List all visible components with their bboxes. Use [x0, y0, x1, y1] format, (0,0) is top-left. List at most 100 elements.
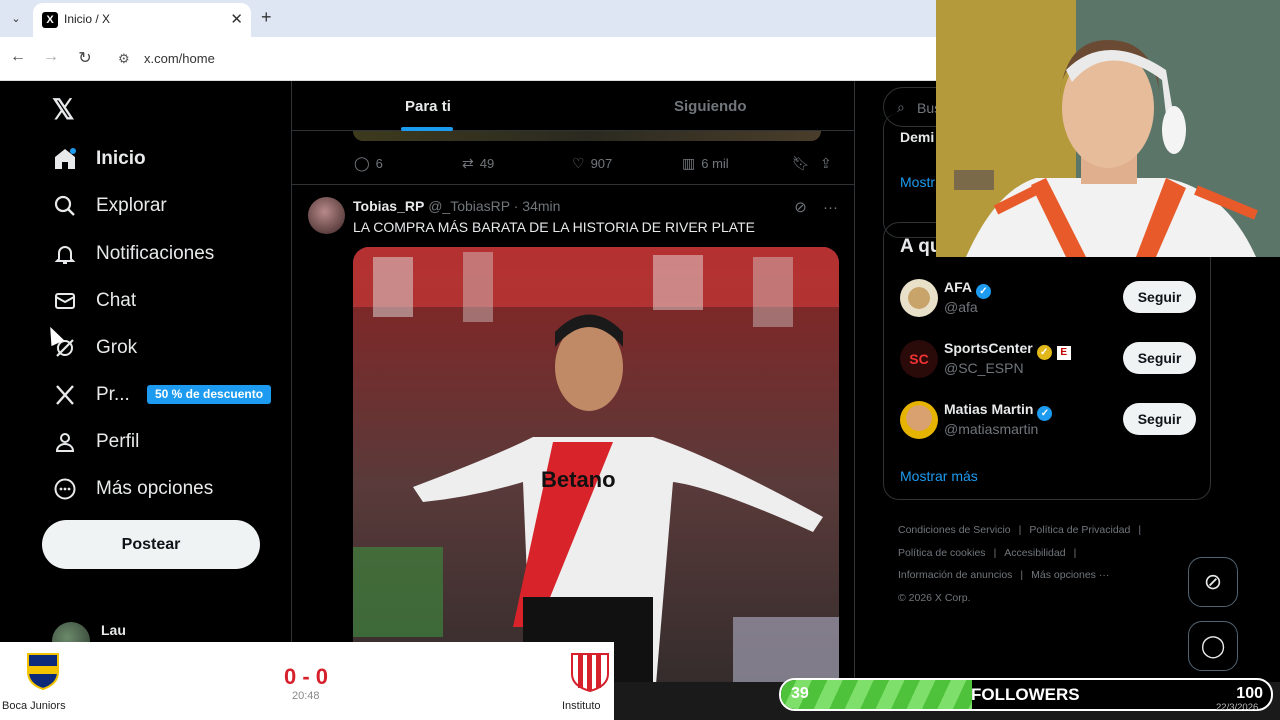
main-feed: ◯ 6 ⇄ 49 ♡ 907 ▥ 6 mil 🔖︎ ⇪ Tobias_RP @_Tobi…	[292, 81, 855, 720]
more-circle-icon	[52, 476, 78, 502]
discount-badge[interactable]: 50 % de descuento	[147, 385, 272, 404]
show-more-link[interactable]: Mostr	[900, 174, 935, 190]
boca-crest-icon	[27, 653, 59, 691]
bookmark-icon: 🔖︎	[792, 155, 810, 171]
suggestion-item[interactable]: AFA ✓ @afa Seguir	[900, 279, 1196, 323]
footer-link[interactable]: Información de anuncios	[898, 569, 1012, 581]
like-count: 907	[590, 156, 613, 171]
x-logo-icon[interactable]: 𝕏	[52, 93, 75, 126]
verified-badge-icon: ✓	[1037, 406, 1053, 421]
x-favicon-icon: X	[42, 12, 58, 28]
followers-goal: 100	[1236, 685, 1263, 702]
messages-button[interactable]: ◯	[1188, 621, 1238, 671]
nav-home[interactable]: Inicio	[52, 143, 146, 175]
nav-notifications[interactable]: Notificaciones	[52, 238, 214, 270]
avatar[interactable]	[308, 197, 345, 234]
reply-button[interactable]: ◯ 6	[354, 155, 383, 172]
suggestion-item[interactable]: SC SportsCenter ✓ E @SC_ESPN Seguir	[900, 340, 1196, 384]
nav-premium[interactable]: Pr...	[52, 379, 130, 411]
previous-tweet-image[interactable]	[353, 131, 821, 141]
repost-button[interactable]: ⇄ 49	[462, 155, 494, 172]
url-text[interactable]: x.com/home	[144, 51, 215, 66]
screen: ⌄ X Inicio / X ✕ + ← → ↻ ⚙ x.com/home 𝕏 …	[0, 0, 1280, 720]
site-info-icon[interactable]: ⚙	[118, 51, 130, 67]
active-tab-indicator	[401, 127, 453, 131]
person-icon	[52, 429, 78, 455]
away-team-name: Instituto	[562, 700, 601, 712]
match-score: 0 - 0	[284, 664, 329, 689]
copyright: © 2026 X Corp.	[898, 591, 971, 604]
nav-more-options[interactable]: Más opciones	[52, 473, 213, 505]
nav-label: Pr...	[96, 384, 130, 405]
footer-link[interactable]: Política de Privacidad	[1029, 524, 1130, 536]
nav-label: Chat	[96, 290, 137, 311]
away-team	[547, 652, 617, 697]
follow-button[interactable]: Seguir	[1123, 342, 1196, 374]
tweet-text: LA COMPRA MÁS BARATA DE LA HISTORIA DE R…	[353, 219, 755, 235]
search-icon	[52, 193, 78, 219]
nav-label: Inicio	[96, 148, 146, 169]
grok-icon[interactable]: ⊘	[794, 199, 807, 216]
tab-following[interactable]: Siguiendo	[674, 98, 747, 115]
followers-current: 39	[791, 685, 809, 702]
follow-button[interactable]: Seguir	[1123, 403, 1196, 435]
reload-button[interactable]: ↻	[74, 48, 96, 68]
share-button[interactable]: ⇪	[820, 155, 838, 172]
view-count: 6 mil	[701, 156, 729, 171]
browser-tab[interactable]: X Inicio / X ✕	[33, 3, 251, 37]
avatar[interactable]	[900, 401, 938, 439]
tab-search-button[interactable]: ⌄	[6, 9, 26, 29]
close-tab-icon[interactable]: ✕	[230, 10, 243, 28]
suggestion-name[interactable]: Matias Martin ✓	[944, 401, 1053, 421]
trending-item[interactable]: Demi	[900, 129, 934, 145]
suggestion-name[interactable]: AFA ✓	[944, 279, 991, 299]
tweet-author-name[interactable]: Tobias_RP	[353, 198, 424, 214]
nav-profile[interactable]: Perfil	[52, 426, 139, 458]
nav-grok[interactable]: Grok	[52, 332, 137, 364]
nav-label: Grok	[96, 337, 138, 358]
account-name[interactable]: Lau	[101, 622, 126, 638]
views-button[interactable]: ▥ 6 mil	[682, 155, 729, 172]
follow-button[interactable]: Seguir	[1123, 281, 1196, 313]
who-to-follow-card: A qu AFA ✓ @afa Seguir SC SportsCenter ✓ E …	[883, 222, 1211, 500]
nav-label: Explorar	[96, 195, 167, 216]
tab-title: Inicio / X	[64, 12, 111, 26]
nav-label: Notificaciones	[96, 243, 215, 264]
x-premium-icon	[52, 382, 78, 408]
footer-links: Condiciones de Servicio | Política de Priv…	[898, 524, 1142, 604]
nav-explore[interactable]: Explorar	[52, 190, 167, 222]
suggestion-handle: @afa	[944, 299, 978, 315]
footer-link[interactable]: Condiciones de Servicio	[898, 524, 1011, 536]
grok-button[interactable]: ⊘	[1188, 557, 1238, 607]
new-tab-button[interactable]: +	[261, 7, 272, 28]
like-button[interactable]: ♡ 907	[572, 155, 612, 172]
home-team	[0, 652, 70, 695]
tweet-handle-time: @_TobiasRP · 34min	[428, 198, 561, 214]
bookmark-button[interactable]: 🔖︎	[792, 155, 816, 172]
footer-link[interactable]: Más opciones ···	[1031, 569, 1109, 581]
suggestion-name[interactable]: SportsCenter ✓ E	[944, 340, 1071, 360]
repost-icon: ⇄	[462, 155, 474, 171]
address-bar[interactable]: ⚙ x.com/home	[108, 43, 948, 75]
post-button[interactable]: Postear	[42, 520, 260, 569]
verified-badge-icon: ✓	[1036, 345, 1052, 360]
followers-label: FOLLOWERS	[971, 685, 1080, 704]
avatar[interactable]	[900, 279, 938, 317]
suggestion-handle: @SC_ESPN	[944, 360, 1024, 376]
grok-icon: ⊘	[1203, 569, 1223, 594]
show-more-link[interactable]: Mostrar más	[900, 468, 978, 484]
tab-for-you[interactable]: Para ti	[405, 98, 451, 115]
footer-link[interactable]: Accesibilidad	[1004, 547, 1065, 559]
footer-link[interactable]: Política de cookies	[898, 547, 986, 559]
previous-tweet-actions: ◯ 6 ⇄ 49 ♡ 907 ▥ 6 mil 🔖︎ ⇪	[354, 155, 844, 175]
more-dots-icon[interactable]: ···	[823, 199, 838, 216]
home-team-name: Boca Juniors	[2, 700, 66, 712]
avatar[interactable]: SC	[900, 340, 938, 378]
nav-chat[interactable]: Chat	[52, 285, 136, 317]
reply-icon: ◯	[354, 155, 370, 171]
suggestion-item[interactable]: Matias Martin ✓ @matiasmartin Seguir	[900, 401, 1196, 445]
nav-label: Más opciones	[96, 478, 214, 499]
forward-button[interactable]: →	[40, 48, 62, 66]
back-button[interactable]: ←	[7, 48, 29, 66]
reply-count: 6	[375, 156, 383, 171]
